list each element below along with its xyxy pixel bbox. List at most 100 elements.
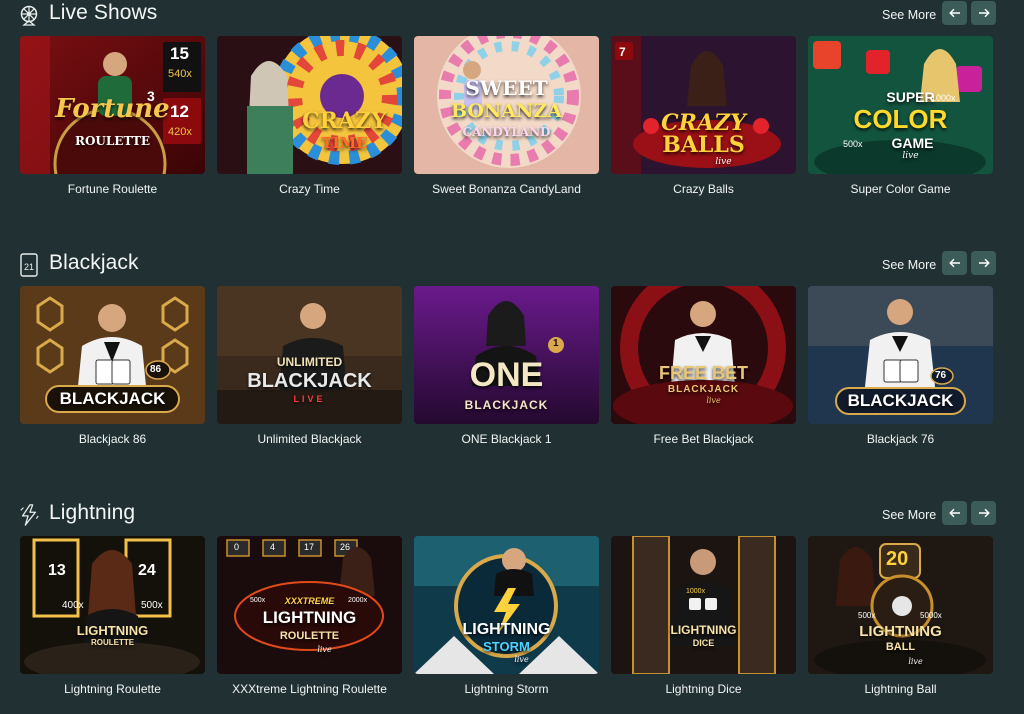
multiplier-badge: 5000x — [920, 611, 942, 620]
section-header: Live Shows See More — [18, 0, 1018, 30]
game-thumbnail: 13 24 400x 500x LIGHTNING ROULETTE — [20, 536, 205, 674]
game-thumbnail: SWEET BONANZA CANDYLAND — [414, 36, 599, 174]
game-card[interactable]: UNLIMITED BLACKJACK LIVE Unlimited Black… — [217, 286, 402, 451]
game-logo-sub: STORM — [483, 639, 530, 654]
game-title: Blackjack 76 — [866, 432, 935, 446]
game-logo-sub: DICE — [692, 638, 715, 648]
game-title: Blackjack 86 — [78, 432, 147, 446]
game-card[interactable]: BLACKJACK 86 Blackjack 86 — [20, 286, 205, 451]
next-button[interactable] — [971, 1, 996, 25]
section-header: 21 Blackjack See More — [18, 250, 1018, 280]
game-title: Sweet Bonanza CandyLand — [432, 182, 581, 196]
arrow-left-icon — [948, 258, 960, 268]
see-more-link[interactable]: See More — [882, 508, 936, 522]
game-logo-sub: COLOR — [853, 104, 948, 134]
game-thumbnail: 0 4 17 26 500x 2000x XXXTREME LIGHTNING … — [217, 536, 402, 674]
game-logo-sub: BLACKJACK — [464, 398, 549, 412]
live-badge: LIVE — [293, 394, 326, 404]
game-logo: LIGHTNING — [462, 621, 551, 638]
section-title: Blackjack — [49, 251, 139, 274]
number-badge: 17 — [304, 542, 315, 552]
multiplier-badge: 540x — [168, 68, 192, 80]
game-card[interactable]: FREE BET BLACKJACK live Free Bet Blackja… — [611, 286, 796, 451]
card-carousel: Fortune ROULETTE 15 540x 12 420x 3 Fortu… — [20, 36, 1000, 216]
number-badge: 0 — [234, 542, 240, 552]
game-title: Crazy Balls — [673, 182, 734, 196]
game-card[interactable]: LIGHTNING STORM live Lightning Storm — [414, 536, 599, 701]
number-badge: 7 — [619, 45, 626, 59]
next-button[interactable] — [971, 251, 996, 275]
game-logo-sub: BALLS — [662, 132, 745, 158]
game-logo-sub: TIME — [321, 134, 368, 152]
prev-button[interactable] — [942, 1, 967, 25]
game-thumbnail: Fortune ROULETTE 15 540x 12 420x 3 — [20, 36, 205, 174]
game-card[interactable]: 20 500x 5000x LIGHTNING BALL live Lightn… — [808, 536, 993, 701]
game-title: Lightning Ball — [864, 682, 937, 696]
game-thumbnail: 1000x LIGHTNING DICE — [611, 536, 796, 674]
game-thumbnail: UNLIMITED BLACKJACK LIVE — [217, 286, 402, 424]
game-thumbnail: CRAZY TIME — [217, 36, 402, 174]
multiplier-badge: 15 — [170, 44, 189, 63]
game-logo-sub: ROULETTE — [90, 638, 135, 647]
see-more-link[interactable]: See More — [882, 258, 936, 272]
game-thumbnail: BLACKJACK 76 — [808, 286, 993, 424]
table-number-badge: 76 — [935, 370, 947, 381]
game-logo: ONE — [469, 356, 544, 394]
game-thumbnail: LIGHTNING STORM live — [414, 536, 599, 674]
game-card[interactable]: 1 ONE BLACKJACK ONE Blackjack 1 — [414, 286, 599, 451]
game-logo: BLACKJACK — [247, 370, 372, 392]
game-logo-sub: XXXTREME — [284, 596, 335, 606]
game-thumbnail: 20 500x 5000x LIGHTNING BALL live — [808, 536, 993, 674]
game-card[interactable]: CRAZY TIME Crazy Time — [217, 36, 402, 201]
see-more-link[interactable]: See More — [882, 8, 936, 22]
game-logo: LIGHTNING — [76, 623, 149, 638]
game-logo-sub: ROULETTE — [279, 630, 340, 642]
live-badge: live — [715, 157, 732, 167]
multiplier-badge: 500x — [141, 600, 163, 611]
game-card[interactable]: 7 CRAZY BALLS live Crazy Balls — [611, 36, 796, 201]
game-title: Crazy Time — [279, 182, 340, 196]
game-thumbnail: FREE BET BLACKJACK live — [611, 286, 796, 424]
number-badge: 26 — [340, 542, 351, 552]
section-lightning: Lightning See More 13 24 400x 500x LIGHT… — [0, 500, 1024, 714]
live-badge: live — [902, 151, 919, 161]
live-badge: live — [908, 657, 923, 666]
number-badge: 20 — [886, 548, 909, 570]
game-logo: LIGHTNING — [859, 623, 942, 640]
game-logo: SWEET — [465, 76, 548, 100]
arrow-left-icon — [948, 8, 960, 18]
game-thumbnail: SUPER 1000x COLOR 500x GAME live — [808, 36, 993, 174]
prev-button[interactable] — [942, 501, 967, 525]
game-card[interactable]: 13 24 400x 500x LIGHTNING ROULETTE Light… — [20, 536, 205, 701]
game-card[interactable]: BLACKJACK 76 Blackjack 76 — [808, 286, 993, 451]
next-button[interactable] — [971, 501, 996, 525]
number-badge: 4 — [270, 542, 276, 552]
game-card[interactable]: SUPER 1000x COLOR 500x GAME live Super C… — [808, 36, 993, 201]
game-title: Unlimited Blackjack — [257, 432, 362, 446]
game-title: Lightning Dice — [665, 682, 742, 696]
multiplier-badge: 12 — [170, 102, 189, 121]
game-logo: LIGHTNING — [670, 623, 737, 637]
game-card[interactable]: 1000x LIGHTNING DICE Lightning Dice — [611, 536, 796, 701]
game-title: XXXtreme Lightning Roulette — [232, 682, 387, 696]
game-logo: BLACKJACK — [847, 391, 954, 410]
card-21-icon: 21 — [18, 253, 40, 277]
card-carousel: BLACKJACK 86 Blackjack 86 UNLIMITED BLAC… — [20, 286, 1000, 466]
game-title: ONE Blackjack 1 — [461, 432, 552, 446]
game-title: Lightning Storm — [464, 682, 549, 696]
game-card[interactable]: SWEET BONANZA CANDYLAND Sweet Bonanza Ca… — [414, 36, 599, 201]
section-live-shows: Live Shows See More Fortune ROULETTE 15 … — [0, 0, 1024, 220]
game-title: Fortune Roulette — [67, 182, 158, 196]
game-logo-sub: CANDYLAND — [462, 125, 551, 139]
game-logo-sub: BONANZA — [450, 100, 563, 122]
number-badge: 13 — [48, 562, 66, 579]
live-badge: live — [317, 645, 332, 654]
prev-button[interactable] — [942, 251, 967, 275]
game-logo-sub: UNLIMITED — [276, 355, 343, 369]
game-title: Free Bet Blackjack — [653, 432, 754, 446]
game-logo-sub: BALL — [885, 641, 916, 653]
live-badge: live — [706, 396, 721, 405]
game-card[interactable]: 0 4 17 26 500x 2000x XXXTREME LIGHTNING … — [217, 536, 402, 701]
game-card[interactable]: Fortune ROULETTE 15 540x 12 420x 3 Fortu… — [20, 36, 205, 201]
game-thumbnail: 7 CRAZY BALLS live — [611, 36, 796, 174]
